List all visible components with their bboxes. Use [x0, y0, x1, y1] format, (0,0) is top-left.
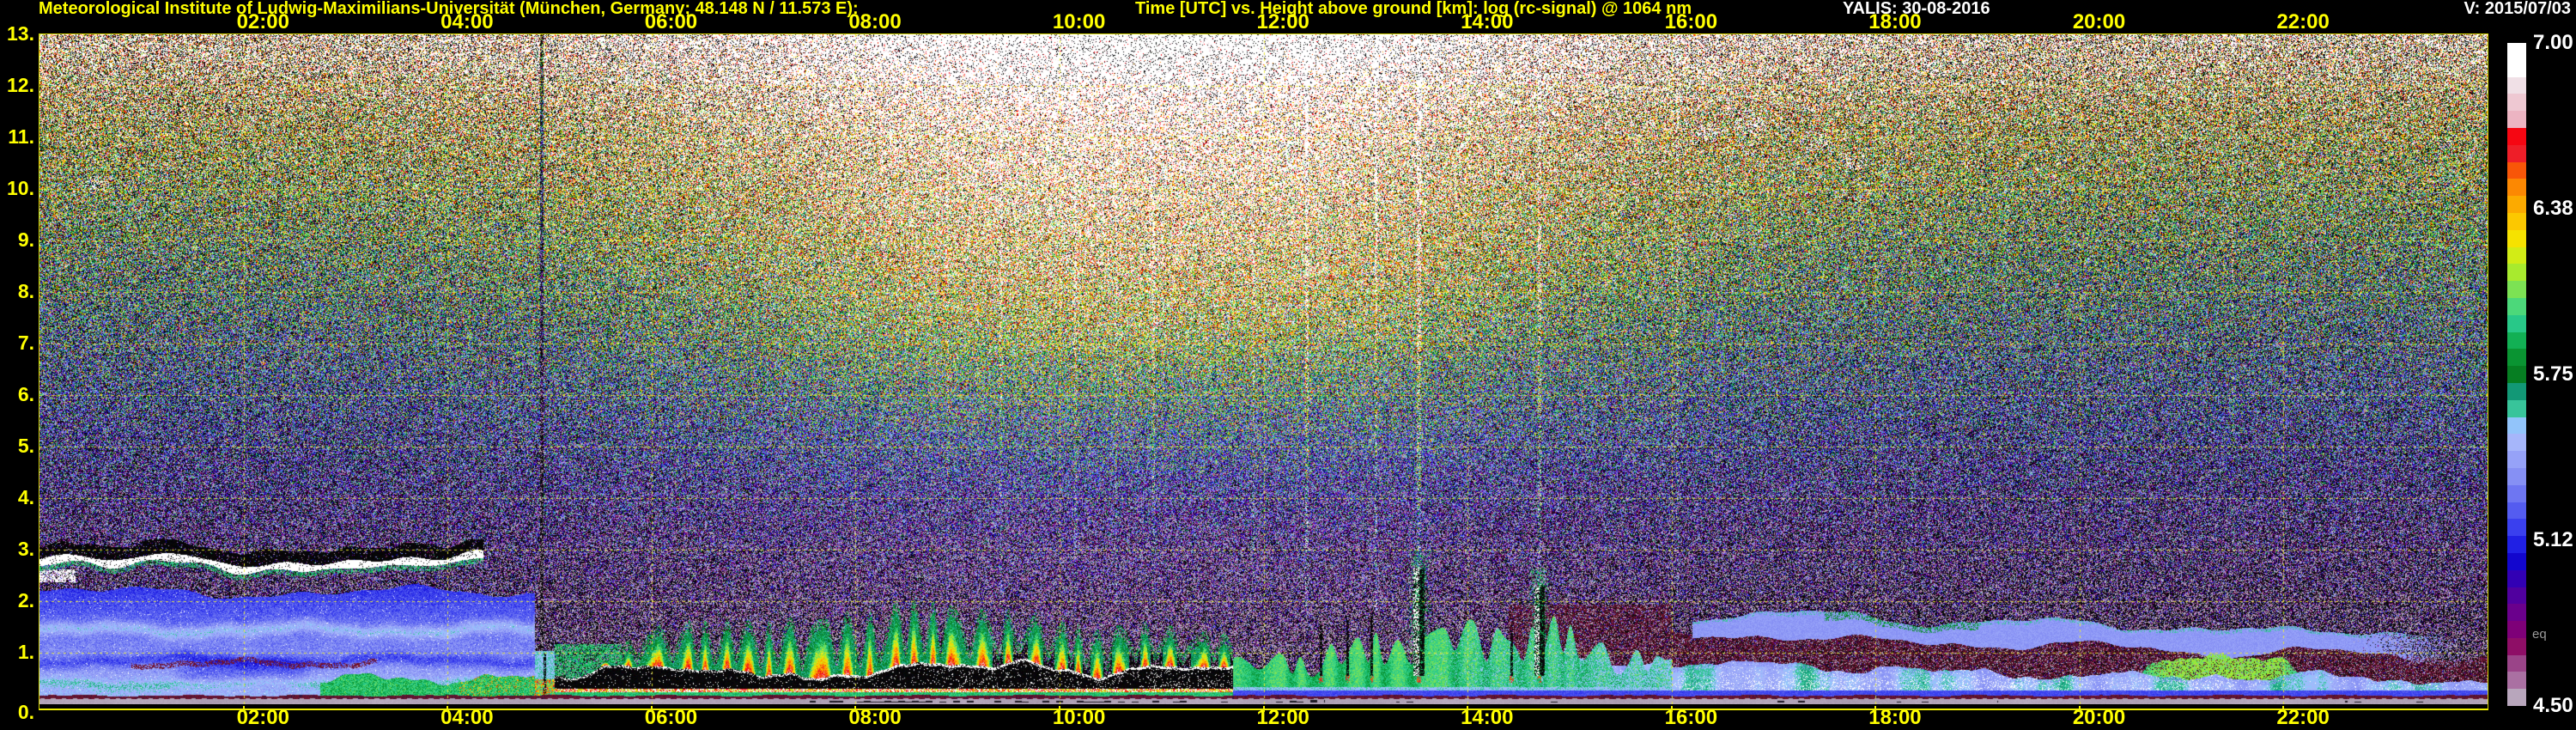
colorbar-segment: [2507, 621, 2526, 638]
height-tick-label: 13.: [0, 22, 34, 45]
colorbar-segment: [2507, 77, 2526, 94]
colorbar-segment: [2507, 230, 2526, 247]
colorbar-segment: [2507, 60, 2526, 77]
colorbar-segment: [2507, 417, 2526, 435]
plot-title: Time [UTC] vs. Height above ground [km]:…: [1135, 1, 1692, 17]
time-tick-label: 16:00: [1665, 708, 1717, 728]
height-tick-label: 5.: [0, 435, 34, 457]
colorbar-segment: [2507, 196, 2526, 213]
time-tick-label: 06:00: [645, 708, 697, 728]
colorbar-segment: [2507, 145, 2526, 162]
height-tick-label: 10.: [0, 177, 34, 199]
colorbar-segment: [2507, 502, 2526, 520]
colorbar-segment: [2507, 111, 2526, 128]
time-tick-label: 10:00: [1053, 708, 1105, 728]
colorbar-tick-label: 4.50: [2533, 695, 2576, 717]
colorbar-segment: [2507, 315, 2526, 332]
colorbar-segment: [2507, 672, 2526, 689]
lidar-quicklook-page: Meteorological Institute of Ludwig-Maxim…: [0, 0, 2576, 730]
time-tick-label: 14:00: [1461, 708, 1513, 728]
time-tick-label: 02:00: [237, 708, 289, 728]
colorbar-segment: [2507, 179, 2526, 196]
eq-label: eq: [2532, 627, 2547, 642]
time-tick-label: 08:00: [848, 708, 901, 728]
height-tick-label: 7.: [0, 332, 34, 354]
height-tick-label: 6.: [0, 383, 34, 405]
colorbar-segment: [2507, 400, 2526, 417]
colorbar-segment: [2507, 366, 2526, 383]
time-tick-label: 14:00: [1461, 12, 1513, 33]
height-tick-label: 0.: [0, 701, 34, 723]
height-tick-label: 2.: [0, 589, 34, 611]
colorbar-segment: [2507, 553, 2526, 570]
time-tick-label: 06:00: [645, 12, 697, 33]
version-label: V: 2015/07/03: [2464, 1, 2571, 17]
colorbar-segment: [2507, 451, 2526, 468]
height-tick-label: 11.: [0, 125, 34, 148]
time-tick-label: 12:00: [1257, 12, 1309, 33]
colorbar-segment: [2507, 264, 2526, 281]
colorbar-tick-label: 5.12: [2533, 529, 2576, 551]
colorbar-segment: [2507, 570, 2526, 587]
height-tick-label: 3.: [0, 538, 34, 560]
time-tick-label: 16:00: [1665, 12, 1717, 33]
colorbar-segment: [2507, 332, 2526, 350]
time-tick-label: 22:00: [2276, 708, 2329, 728]
time-tick-label: 18:00: [1868, 708, 1921, 728]
colorbar: [2507, 43, 2526, 706]
colorbar-segment: [2507, 213, 2526, 230]
time-tick-label: 18:00: [1868, 12, 1921, 33]
time-tick-label: 20:00: [2073, 708, 2125, 728]
plot-frame: [39, 33, 2488, 710]
colorbar-segment: [2507, 128, 2526, 145]
height-tick-label: 1.: [0, 641, 34, 663]
time-tick-label: 02:00: [237, 12, 289, 33]
colorbar-segment: [2507, 247, 2526, 265]
colorbar-tick-label: 5.75: [2533, 363, 2576, 386]
colorbar-segment: [2507, 349, 2526, 366]
colorbar-segment: [2507, 43, 2526, 60]
time-tick-label: 08:00: [848, 12, 901, 33]
colorbar-segment: [2507, 468, 2526, 485]
time-tick-label: 04:00: [440, 708, 493, 728]
colorbar-segment: [2507, 638, 2526, 655]
height-tick-label: 9.: [0, 228, 34, 251]
colorbar-segment: [2507, 587, 2526, 605]
colorbar-segment: [2507, 434, 2526, 451]
colorbar-segment: [2507, 383, 2526, 400]
colorbar-segment: [2507, 485, 2526, 502]
colorbar-segment: [2507, 281, 2526, 298]
time-tick-label: 20:00: [2073, 12, 2125, 33]
colorbar-segment: [2507, 94, 2526, 111]
colorbar-segment: [2507, 536, 2526, 553]
lidar-heatmap-canvas: [39, 34, 2488, 704]
height-tick-label: 4.: [0, 486, 34, 508]
colorbar-segment: [2507, 689, 2526, 706]
time-tick-label: 12:00: [1257, 708, 1309, 728]
colorbar-segment: [2507, 655, 2526, 672]
height-tick-label: 8.: [0, 280, 34, 302]
colorbar-tick-label: 7.00: [2533, 32, 2576, 54]
colorbar-segment: [2507, 162, 2526, 179]
colorbar-segment: [2507, 298, 2526, 315]
colorbar-tick-label: 6.38: [2533, 198, 2576, 220]
time-tick-label: 10:00: [1053, 12, 1105, 33]
time-tick-label: 22:00: [2276, 12, 2329, 33]
time-tick-label: 04:00: [440, 12, 493, 33]
colorbar-segment: [2507, 519, 2526, 536]
height-tick-label: 12.: [0, 74, 34, 96]
colorbar-segment: [2507, 604, 2526, 621]
